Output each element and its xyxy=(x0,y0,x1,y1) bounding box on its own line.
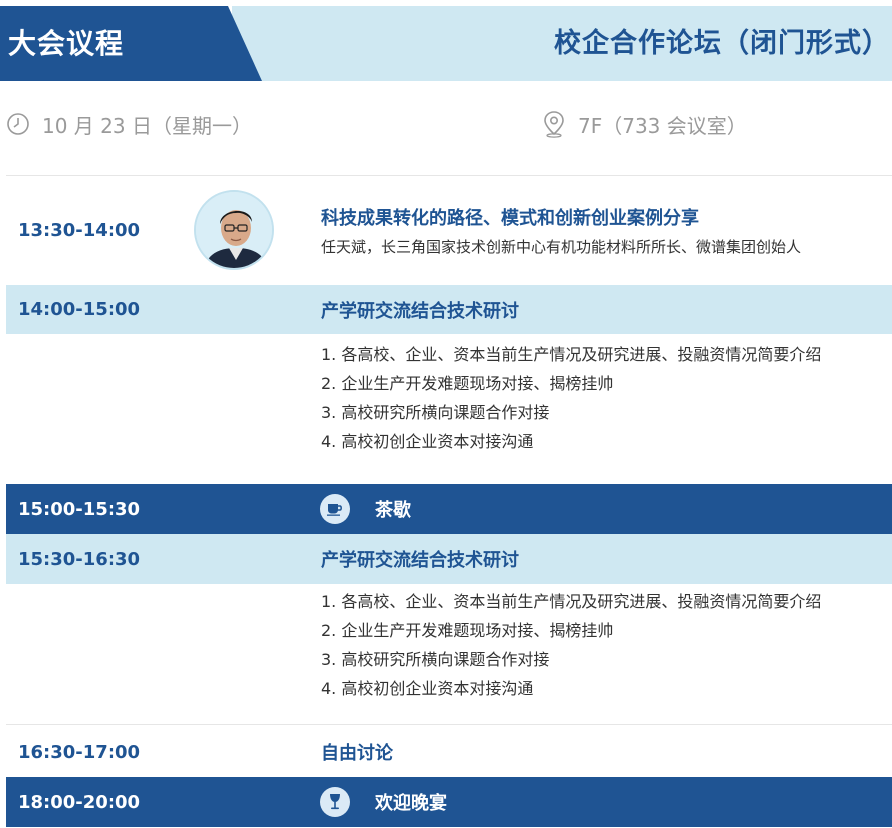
row-time: 18:00-20:00 xyxy=(18,791,141,813)
forum-title: 校企合作论坛（闭门形式） xyxy=(554,28,890,59)
speaker-avatar xyxy=(194,190,274,270)
row-time: 13:30-14:00 xyxy=(18,219,141,241)
list-item: 1. 各高校、企业、资本当前生产情况及研究进展、投融资情况简要介绍 xyxy=(321,345,822,364)
speaker-description: 任天斌，长三角国家技术创新中心有机功能材料所所长、微谱集团创始人 xyxy=(321,238,802,256)
row-time: 16:30-17:00 xyxy=(18,741,141,763)
agenda-row-break: 15:00-15:30 茶歇 xyxy=(6,484,892,534)
session-2-items: 1. 各高校、企业、资本当前生产情况及研究进展、投融资情况简要介绍 2. 企业生… xyxy=(321,587,821,703)
coffee-cup-icon xyxy=(320,494,350,524)
location-pin-icon xyxy=(542,110,566,138)
speaker-topic: 科技成果转化的路径、模式和创新创业案例分享 xyxy=(321,208,699,229)
agenda-header: 大会议程 校企合作论坛（闭门形式） xyxy=(0,6,892,81)
row-time: 15:30-16:30 xyxy=(18,548,141,570)
date-text: 10 月 23 日（星期一） xyxy=(42,113,252,138)
location-info: 7F（733 会议室） xyxy=(542,106,747,142)
list-item: 3. 高校研究所横向课题合作对接 xyxy=(321,650,550,669)
row-topic: 欢迎晚宴 xyxy=(375,793,447,814)
wine-glass-icon xyxy=(320,787,350,817)
row-topic: 产学研交流结合技术研讨 xyxy=(321,550,519,571)
agenda-row-dinner: 18:00-20:00 欢迎晚宴 xyxy=(6,777,892,827)
clock-icon xyxy=(6,112,30,136)
list-item: 2. 企业生产开发难题现场对接、揭榜挂帅 xyxy=(321,374,614,393)
row-topic: 茶歇 xyxy=(375,500,411,521)
agenda-row-discussion: 16:30-17:00 自由讨论 xyxy=(6,727,892,777)
agenda-row-session-1: 14:00-15:00 产学研交流结合技术研讨 xyxy=(6,285,892,334)
agenda-row-session-2: 15:30-16:30 产学研交流结合技术研讨 xyxy=(6,534,892,584)
list-item: 3. 高校研究所横向课题合作对接 xyxy=(321,403,550,422)
row-topic: 产学研交流结合技术研讨 xyxy=(321,300,519,322)
list-item: 4. 高校初创企业资本对接沟通 xyxy=(321,679,534,698)
session-1-items: 1. 各高校、企业、资本当前生产情况及研究进展、投融资情况简要介绍 2. 企业生… xyxy=(321,340,821,456)
location-text: 7F（733 会议室） xyxy=(578,113,747,138)
list-item: 4. 高校初创企业资本对接沟通 xyxy=(321,432,534,451)
row-time: 14:00-15:00 xyxy=(18,299,141,320)
list-item: 1. 各高校、企业、资本当前生产情况及研究进展、投融资情况简要介绍 xyxy=(321,592,822,611)
row-time: 15:00-15:30 xyxy=(18,498,141,520)
date-info: 10 月 23 日（星期一） xyxy=(6,106,252,142)
divider xyxy=(6,724,892,725)
agenda-title: 大会议程 xyxy=(8,27,125,60)
agenda-row-speaker: 13:30-14:00 xyxy=(6,176,892,284)
row-topic: 自由讨论 xyxy=(321,743,393,764)
list-item: 2. 企业生产开发难题现场对接、揭榜挂帅 xyxy=(321,621,614,640)
